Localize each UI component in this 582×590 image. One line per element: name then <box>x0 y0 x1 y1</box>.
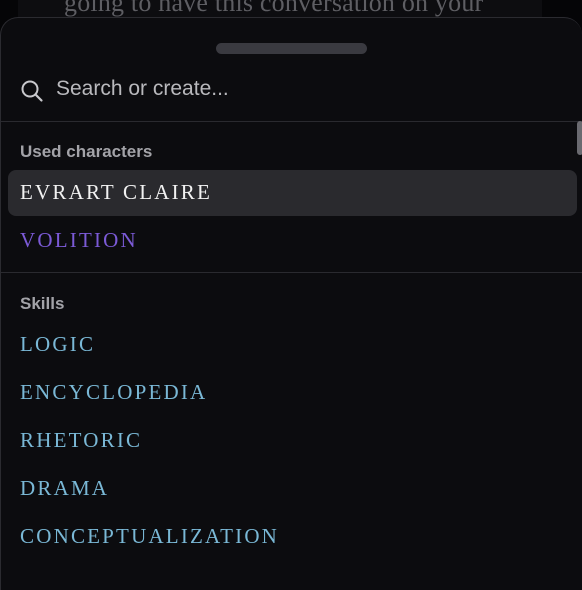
skill-label: LOGIC <box>20 332 96 356</box>
sheet-drag-handle[interactable] <box>216 43 367 54</box>
skill-item-encyclopedia[interactable]: ENCYCLOPEDIA <box>8 370 577 416</box>
skill-item-rhetoric[interactable]: RHETORIC <box>8 418 577 464</box>
search-row <box>1 69 582 121</box>
character-picker-sheet: Used characters EVRART CLAIRE VOLITION S… <box>0 17 582 590</box>
skill-label: RHETORIC <box>20 428 143 452</box>
skill-item-logic[interactable]: LOGIC <box>8 322 577 368</box>
character-item-volition[interactable]: VOLITION <box>8 218 577 264</box>
character-item-evrart-claire[interactable]: EVRART CLAIRE <box>8 170 577 216</box>
character-label: EVRART CLAIRE <box>20 180 213 204</box>
skill-item-drama[interactable]: DRAMA <box>8 466 577 512</box>
background-document-text: going to have this conversation on your <box>64 0 484 17</box>
skill-label: ENCYCLOPEDIA <box>20 380 208 404</box>
divider <box>1 272 582 273</box>
search-input[interactable] <box>56 71 556 107</box>
screen: going to have this conversation on your … <box>0 0 582 590</box>
skill-item-conceptualization[interactable]: CONCEPTUALIZATION <box>8 514 577 560</box>
section-header-used-characters: Used characters <box>20 142 153 161</box>
search-icon <box>20 79 44 103</box>
character-label: VOLITION <box>20 228 138 252</box>
skill-label: CONCEPTUALIZATION <box>20 524 280 548</box>
skill-label: DRAMA <box>20 476 110 500</box>
section-header-skills: Skills <box>20 294 65 313</box>
scrollbar-thumb[interactable] <box>577 121 582 155</box>
divider <box>1 121 582 122</box>
